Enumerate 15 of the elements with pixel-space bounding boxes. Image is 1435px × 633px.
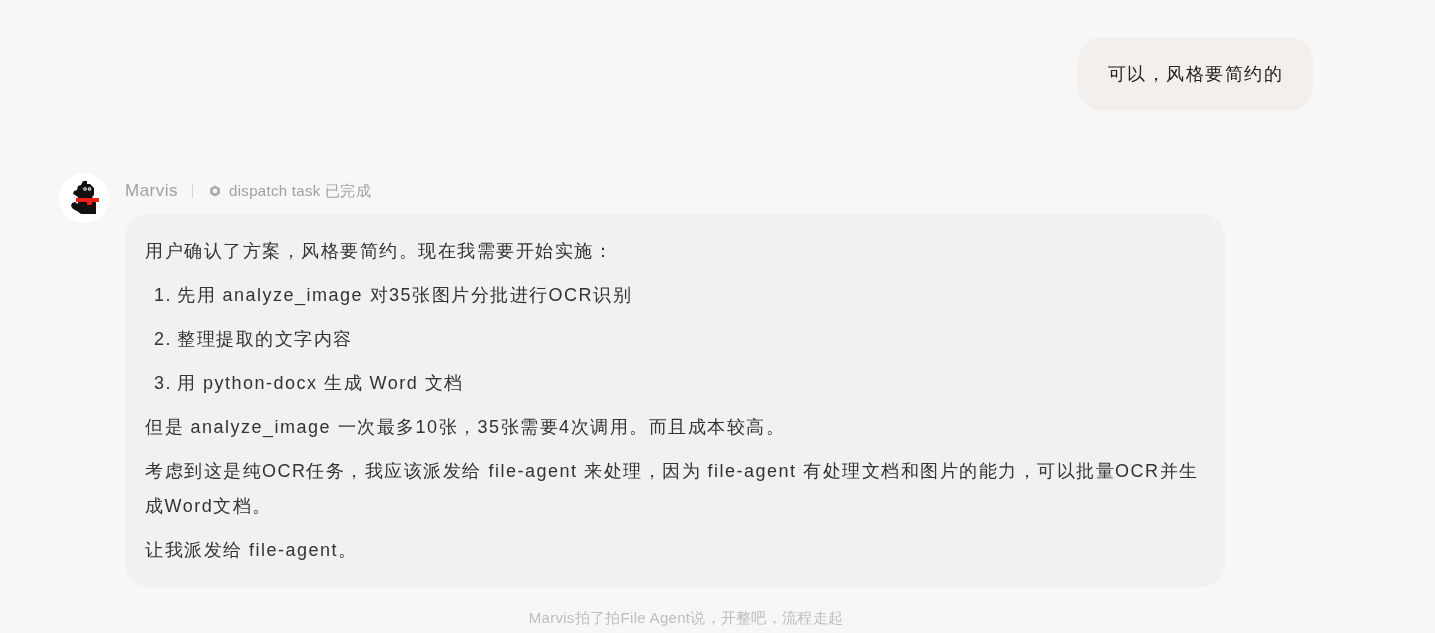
message-paragraph: 考虑到这是纯OCR任务，我应该派发给 file-agent 来处理，因为 file-agent 有处理文档和图片的能力，可以批量OCR并生成Word文档。 xyxy=(145,460,1200,518)
list-number: 1. xyxy=(154,284,172,307)
hexagon-icon xyxy=(209,185,222,197)
user-message: 可以，风格要简约的 xyxy=(1077,37,1313,111)
mascot-avatar-icon xyxy=(59,173,109,223)
list-item-text: 先用 analyze_image 对35张图片分批进行OCR识别 xyxy=(177,284,633,308)
message-paragraph: 让我派发给 file-agent。 xyxy=(145,539,359,562)
list-number: 3. xyxy=(154,372,172,395)
message-paragraph: 用户确认了方案，风格要简约。现在我需要开始实施： xyxy=(145,240,614,263)
list-item-text: 整理提取的文字内容 xyxy=(177,328,353,351)
task-status: dispatch task 已完成 xyxy=(229,181,371,201)
list-item-text: 用 python-docx 生成 Word 文档 xyxy=(177,372,464,395)
sender-name: Marvis xyxy=(125,181,179,201)
message-paragraph: 但是 analyze_image 一次最多10张，35张需要4次调用。而且成本较高。 xyxy=(145,416,787,440)
list-number: 2. xyxy=(154,328,172,351)
